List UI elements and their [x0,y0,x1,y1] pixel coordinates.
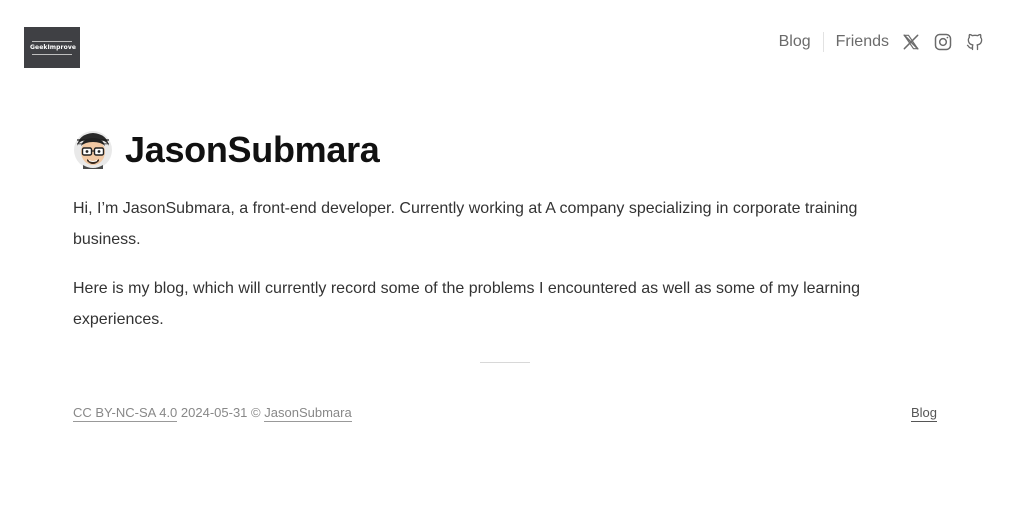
instagram-icon[interactable] [933,32,953,52]
author-link[interactable]: JasonSubmara [264,405,352,422]
footer-meta: CC BY-NC-SA 4.0 2024-05-31 © JasonSubmar… [73,405,352,422]
logo-line-bottom [32,53,72,55]
nav-blog-link[interactable]: Blog [779,33,811,51]
intro-paragraph: Hi, I’m JasonSubmara, a front-end develo… [73,200,858,248]
main-content: JasonSubmara Hi, I’m JasonSubmara, a fro… [73,128,873,335]
site-header: GeekImprove Blog Friends [0,0,1011,84]
license-link[interactable]: CC BY-NC-SA 4.0 [73,405,178,422]
footer-date: 2024-05-31 [180,405,248,420]
logo-line-top [32,40,72,42]
x-twitter-icon[interactable] [901,32,921,52]
blog-description-paragraph: Here is my blog, which will currently re… [73,280,860,328]
content-divider [480,362,530,363]
title-row: JasonSubmara [73,128,873,172]
logo-text: GeekImprove [30,43,76,51]
nav-friends-link[interactable]: Friends [836,33,889,51]
site-logo[interactable]: GeekImprove [24,27,80,68]
footer-blog-link[interactable]: Blog [910,405,937,422]
site-footer: CC BY-NC-SA 4.0 2024-05-31 © JasonSubmar… [73,405,937,427]
page-title: JasonSubmara [125,129,380,170]
copyright-symbol: © [251,405,261,420]
github-icon[interactable] [965,32,985,52]
avatar [74,131,112,169]
top-nav: Blog Friends [779,30,985,54]
nav-divider [822,32,824,52]
logo-mark: GeekImprove [30,40,76,55]
footer-nav: Blog [910,405,937,422]
